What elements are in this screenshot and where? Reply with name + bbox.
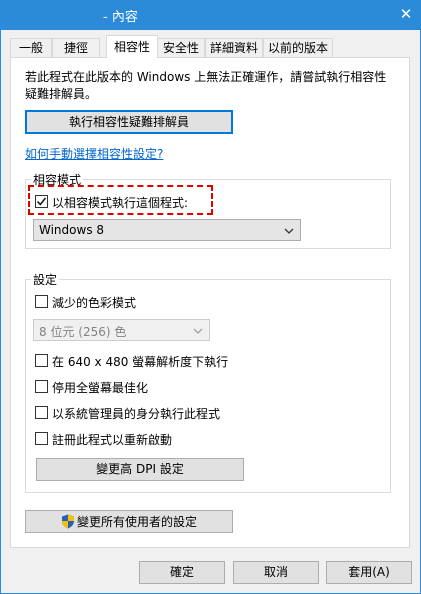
button-label: 取消 [263, 565, 288, 579]
run-as-admin-label: 以系統管理員的身分執行此程式 [52, 407, 221, 421]
tab-previous-versions[interactable]: 以前的版本 [263, 38, 333, 57]
button-label: 執行相容性疑難排解員 [68, 115, 189, 129]
button-label: 套用(A) [348, 565, 390, 579]
highlight-box [28, 185, 213, 215]
settings-title: 設定 [31, 271, 60, 288]
tab-shortcut[interactable]: 捷徑 [52, 38, 100, 57]
high-dpi-button[interactable]: 變更高 DPI 設定 [36, 458, 244, 481]
shield-icon [62, 514, 74, 529]
button-label: 確定 [169, 565, 194, 579]
tab-label: 相容性 [113, 40, 150, 54]
reduced-color-checkbox[interactable] [35, 295, 48, 308]
tab-compatibility[interactable]: 相容性 [106, 35, 158, 58]
ok-button[interactable]: 確定 [139, 561, 225, 584]
register-restart-label: 註冊此程式以重新啟動 [52, 433, 173, 447]
tab-label: 以前的版本 [267, 41, 328, 55]
run-as-admin-checkbox[interactable] [35, 406, 48, 419]
close-icon: ✕ [399, 5, 413, 23]
window-title: - 內容 [103, 10, 138, 25]
res640-checkbox[interactable] [35, 354, 48, 367]
title-bar [0, 0, 421, 30]
tab-label: 捷徑 [63, 41, 88, 55]
res640-label: 在 640 x 480 螢幕解析度下執行 [52, 355, 229, 369]
tab-label: 安全性 [162, 41, 199, 55]
chevron-down-icon [284, 228, 294, 234]
tab-label: 一般 [18, 41, 43, 55]
os-version-dropdown[interactable]: Windows 8 [33, 219, 301, 241]
apply-button[interactable]: 套用(A) [326, 561, 412, 584]
tab-general[interactable]: 一般 [10, 38, 52, 57]
chevron-down-icon [193, 328, 203, 334]
close-button[interactable]: ✕ [396, 4, 416, 24]
tab-details[interactable]: 詳細資料 [205, 38, 263, 57]
all-users-settings-button[interactable]: 變更所有使用者的設定 [25, 510, 233, 533]
button-label: 變更高 DPI 設定 [96, 462, 184, 476]
tab-security[interactable]: 安全性 [157, 38, 205, 57]
fullscreen-opt-checkbox[interactable] [35, 380, 48, 393]
troubleshooter-button[interactable]: 執行相容性疑難排解員 [25, 110, 233, 134]
tab-label: 詳細資料 [209, 41, 258, 55]
compatibility-description: 若此程式在此版本的 Windows 上無法正確運作，請嘗試執行相容性疑難排解員。 [25, 70, 387, 101]
manual-settings-link[interactable]: 如何手動選擇相容性設定? [25, 145, 163, 162]
cancel-button[interactable]: 取消 [233, 561, 319, 584]
reduced-color-label: 減少的色彩模式 [52, 296, 137, 310]
register-restart-checkbox[interactable] [35, 432, 48, 445]
button-label: 變更所有使用者的設定 [77, 515, 198, 529]
selected-color-depth: 8 位元 (256) 色 [39, 325, 127, 339]
selected-os: Windows 8 [39, 223, 105, 237]
fullscreen-opt-label: 停用全螢幕最佳化 [52, 381, 149, 395]
color-depth-dropdown: 8 位元 (256) 色 [33, 319, 210, 341]
